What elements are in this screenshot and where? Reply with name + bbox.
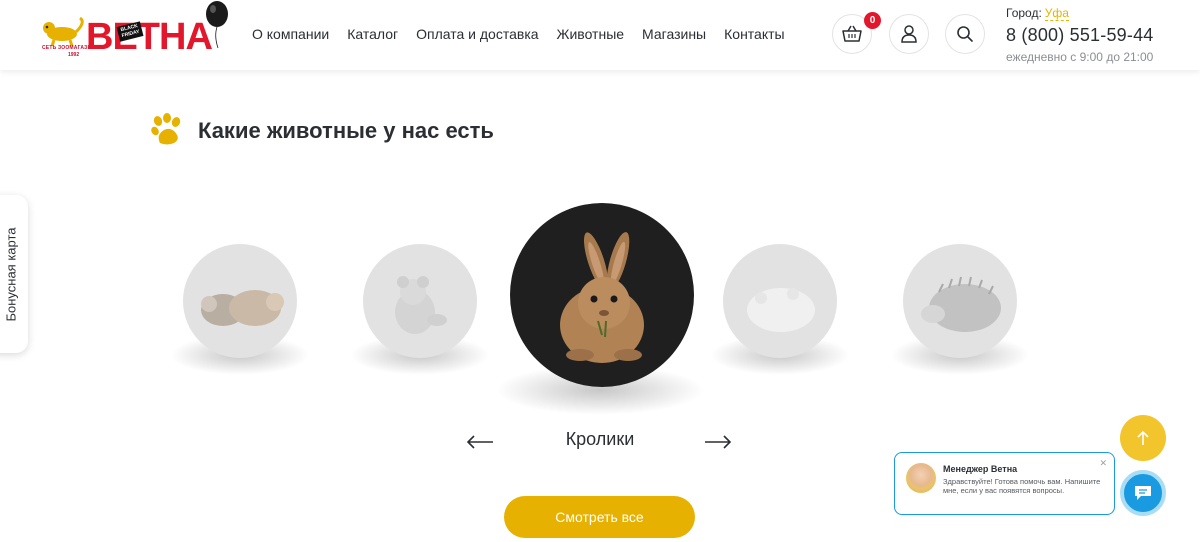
manager-avatar <box>906 463 936 493</box>
chat-bubble-icon <box>1135 486 1151 500</box>
balloon-icon <box>206 1 228 49</box>
nav-item-stores[interactable]: Магазины <box>642 26 706 42</box>
carousel-caption: Кролики <box>565 429 635 449</box>
animal-guinea-pigs[interactable] <box>183 244 297 358</box>
guinea-pig-image <box>201 290 284 326</box>
chat-popup[interactable]: Менеджер Ветна Здравствуйте! Готова помо… <box>894 452 1115 515</box>
section-title: Какие животные у нас есть <box>198 118 494 143</box>
city-name-link[interactable]: Уфа <box>1044 6 1069 21</box>
rabbit-image <box>560 232 644 363</box>
basket-icon <box>842 25 862 42</box>
user-icon <box>901 25 917 43</box>
nav-item-animals[interactable]: Животные <box>557 26 625 42</box>
paw-icon <box>151 113 181 145</box>
arrow-up-icon <box>1137 430 1149 445</box>
bonus-card-tab[interactable]: Бонусная карта <box>0 195 28 353</box>
working-hours: ежедневно с 9:00 до 21:00 <box>1006 50 1154 64</box>
chinchilla-image <box>395 276 447 334</box>
chat-manager-name: Менеджер Ветна <box>943 464 1018 474</box>
site-header: СЕТЬ ЗООМАГАЗИНОВ 1992 ВЕТНА BLACK FRIDA… <box>0 0 1200 70</box>
chat-button[interactable] <box>1120 470 1166 516</box>
bonus-card-label: Бонусная карта <box>3 226 19 322</box>
animal-chinchilla[interactable] <box>363 244 477 358</box>
close-icon[interactable]: ✕ <box>1099 458 1107 469</box>
main-nav: О компании Каталог Оплата и доставка Жив… <box>252 26 803 42</box>
animal-rabbits[interactable] <box>510 203 694 387</box>
city-selector: Город: Уфа <box>1006 6 1069 21</box>
search-button[interactable] <box>945 14 985 54</box>
city-label: Город: <box>1006 6 1042 20</box>
scroll-top-button[interactable] <box>1120 415 1166 461</box>
animal-hedgehog[interactable] <box>903 244 1017 358</box>
nav-item-contacts[interactable]: Контакты <box>724 26 784 42</box>
nav-item-about[interactable]: О компании <box>252 26 329 42</box>
account-button[interactable] <box>889 14 929 54</box>
nav-item-catalog[interactable]: Каталог <box>347 26 398 42</box>
phone-number[interactable]: 8 (800) 551-59-44 <box>1006 25 1154 46</box>
cart-count-badge: 0 <box>864 12 881 29</box>
chat-message: Здравствуйте! Готова помочь вам. Напишит… <box>943 477 1101 496</box>
hamster-image <box>747 288 815 332</box>
nav-item-payment-delivery[interactable]: Оплата и доставка <box>416 26 538 42</box>
logo-text: ВЕТНА <box>86 16 213 58</box>
logo[interactable]: СЕТЬ ЗООМАГАЗИНОВ 1992 ВЕТНА BLACK FRIDA… <box>40 1 230 63</box>
carousel-prev-button[interactable] <box>466 428 494 454</box>
logo-year: 1992 <box>68 52 80 58</box>
arrow-left-icon <box>466 435 493 449</box>
hedgehog-image <box>921 276 1001 332</box>
monkey-logo-icon <box>43 16 84 47</box>
search-icon <box>957 26 973 42</box>
carousel-next-button[interactable] <box>704 428 732 454</box>
animal-hamster[interactable] <box>723 244 837 358</box>
arrow-right-icon <box>705 435 732 449</box>
view-all-button[interactable]: Смотреть все <box>504 496 695 538</box>
